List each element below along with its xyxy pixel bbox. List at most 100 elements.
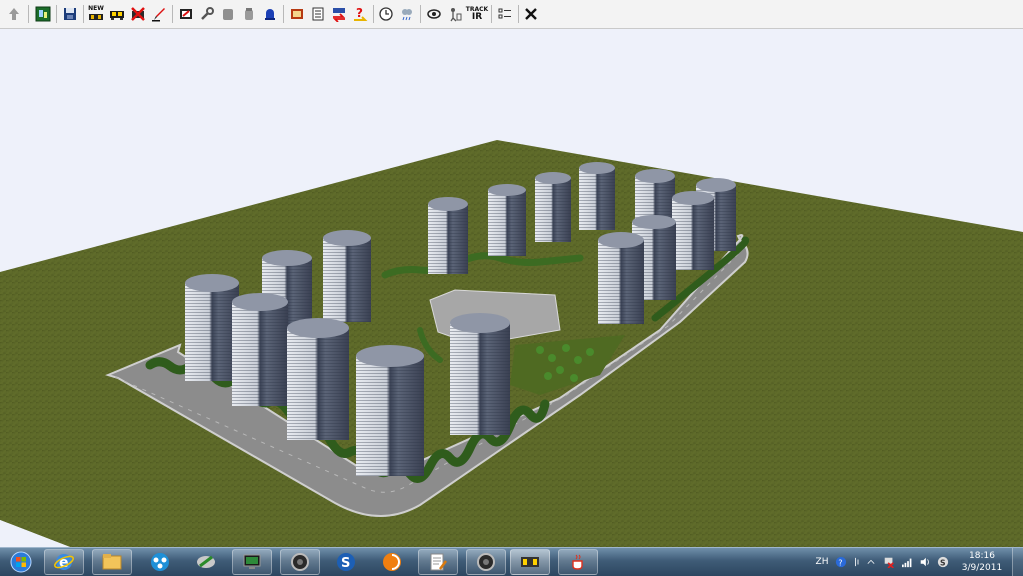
system-clock[interactable]: 18:16 3/9/2011	[955, 549, 1009, 575]
svg-text:?: ?	[838, 558, 842, 567]
clock-icon	[379, 7, 393, 21]
internet-explorer-icon: e	[54, 554, 74, 571]
up-arrow-button[interactable]	[4, 4, 24, 24]
taskbar-explorer-button[interactable]	[92, 549, 132, 575]
orbit-view-button[interactable]	[424, 4, 444, 24]
help-tray-icon[interactable]: ?	[834, 554, 848, 570]
svg-text:S: S	[341, 556, 350, 571]
ime-tray-icon[interactable]	[852, 554, 864, 570]
help-button[interactable]: ?	[350, 4, 370, 24]
taskbar-app-button[interactable]	[140, 549, 180, 575]
svg-text:S: S	[940, 558, 946, 567]
weather-button[interactable]	[397, 4, 417, 24]
ring-app-icon	[291, 553, 309, 571]
taskbar-ie-button[interactable]: e	[44, 549, 84, 575]
toolbar-separator	[83, 5, 84, 23]
track-ir-button[interactable]: TRACK IR	[466, 4, 488, 24]
map-view-button[interactable]	[33, 4, 53, 24]
speaker-icon	[920, 557, 929, 567]
taskbar-app2-button[interactable]	[280, 549, 320, 575]
bell-button[interactable]	[260, 4, 280, 24]
chevron-up-icon	[867, 559, 875, 564]
3d-viewport[interactable]	[0, 29, 1023, 547]
volume-icon[interactable]	[918, 554, 932, 570]
clock-button[interactable]	[376, 4, 396, 24]
taskbar-simulator-button-active[interactable]	[510, 549, 550, 575]
taskbar-java-button[interactable]	[558, 549, 598, 575]
signal-bars-icon	[902, 558, 912, 568]
walk-view-button[interactable]	[445, 4, 465, 24]
network-icon[interactable]	[900, 554, 916, 570]
toolbar-separator	[283, 5, 284, 23]
language-indicator[interactable]: ZH	[815, 554, 829, 570]
show-desktop-button[interactable]	[1012, 548, 1023, 576]
s-tray-icon: S	[937, 556, 949, 567]
blue-bell-icon	[265, 9, 275, 20]
new-tool-icon	[89, 14, 103, 20]
clock-date: 3/9/2011	[961, 563, 1003, 573]
taskbar-terminal-button[interactable]	[232, 549, 272, 575]
folder-icon	[102, 554, 122, 570]
display-options-button[interactable]	[495, 4, 515, 24]
tower	[450, 313, 510, 435]
edit-pen-button[interactable]	[149, 4, 169, 24]
tower	[488, 184, 526, 256]
document-list-icon	[312, 7, 324, 21]
taskbar-tools-button[interactable]	[186, 549, 226, 575]
tower	[323, 230, 371, 322]
options-list-icon	[498, 8, 511, 19]
save-button[interactable]	[60, 4, 80, 24]
taskbar-s-app-button[interactable]: S	[326, 549, 366, 575]
simulator-icon	[521, 557, 539, 567]
toolbar-separator	[56, 5, 57, 23]
toolbar-separator	[420, 5, 421, 23]
wrench-icon	[201, 7, 214, 20]
taskbar-app3-button[interactable]	[466, 549, 506, 575]
toolbar-separator	[373, 5, 374, 23]
toolbar-separator	[172, 5, 173, 23]
clock-time: 18:16	[969, 551, 995, 561]
delete-item-button[interactable]	[128, 4, 148, 24]
ring-app-icon-2	[477, 553, 495, 571]
question-circle-icon: ?	[835, 556, 847, 567]
layers-icon	[180, 9, 192, 19]
tower	[185, 274, 239, 381]
exchange-button[interactable]	[329, 4, 349, 24]
tower	[598, 232, 644, 324]
toolbar-separator	[518, 5, 519, 23]
tower	[579, 162, 615, 230]
book-icon	[291, 9, 303, 19]
show-hidden-icons-button[interactable]	[866, 554, 876, 570]
help-question-icon: ?	[354, 6, 368, 21]
tower	[232, 293, 288, 406]
close-x-icon	[525, 8, 537, 20]
taskbar: e S ZH ? S 18:16 3/9/2011	[0, 547, 1023, 576]
disabled-tool-button[interactable]	[218, 4, 238, 24]
disabled-tool-button-2[interactable]	[239, 4, 259, 24]
network-app-icon	[151, 553, 169, 571]
book-button[interactable]	[287, 4, 307, 24]
app-tray-icon[interactable]: S	[936, 554, 950, 570]
toolbar-separator	[491, 5, 492, 23]
tools-icon	[197, 555, 215, 568]
orbit-eye-icon	[427, 9, 441, 19]
document-button[interactable]	[308, 4, 328, 24]
ir-label: IR	[471, 11, 483, 22]
vehicle-icon	[110, 11, 124, 20]
up-arrow-icon	[9, 8, 19, 20]
action-center-icon[interactable]	[882, 554, 896, 570]
red-arrows-icon	[332, 8, 346, 22]
start-button[interactable]	[4, 549, 38, 575]
figure-icon	[450, 8, 462, 22]
document-edit-icon	[430, 553, 447, 571]
rain-cloud-icon	[402, 9, 412, 21]
place-item-button[interactable]	[107, 4, 127, 24]
layer-button[interactable]	[176, 4, 196, 24]
taskbar-media-button[interactable]	[372, 549, 412, 575]
wrench-button[interactable]	[197, 4, 217, 24]
new-layout-button[interactable]: NEW	[86, 4, 106, 24]
taskbar-editor-button[interactable]	[418, 549, 458, 575]
orange-disc-icon	[383, 553, 401, 571]
close-button[interactable]	[521, 4, 541, 24]
grey-block-icon	[223, 9, 233, 20]
